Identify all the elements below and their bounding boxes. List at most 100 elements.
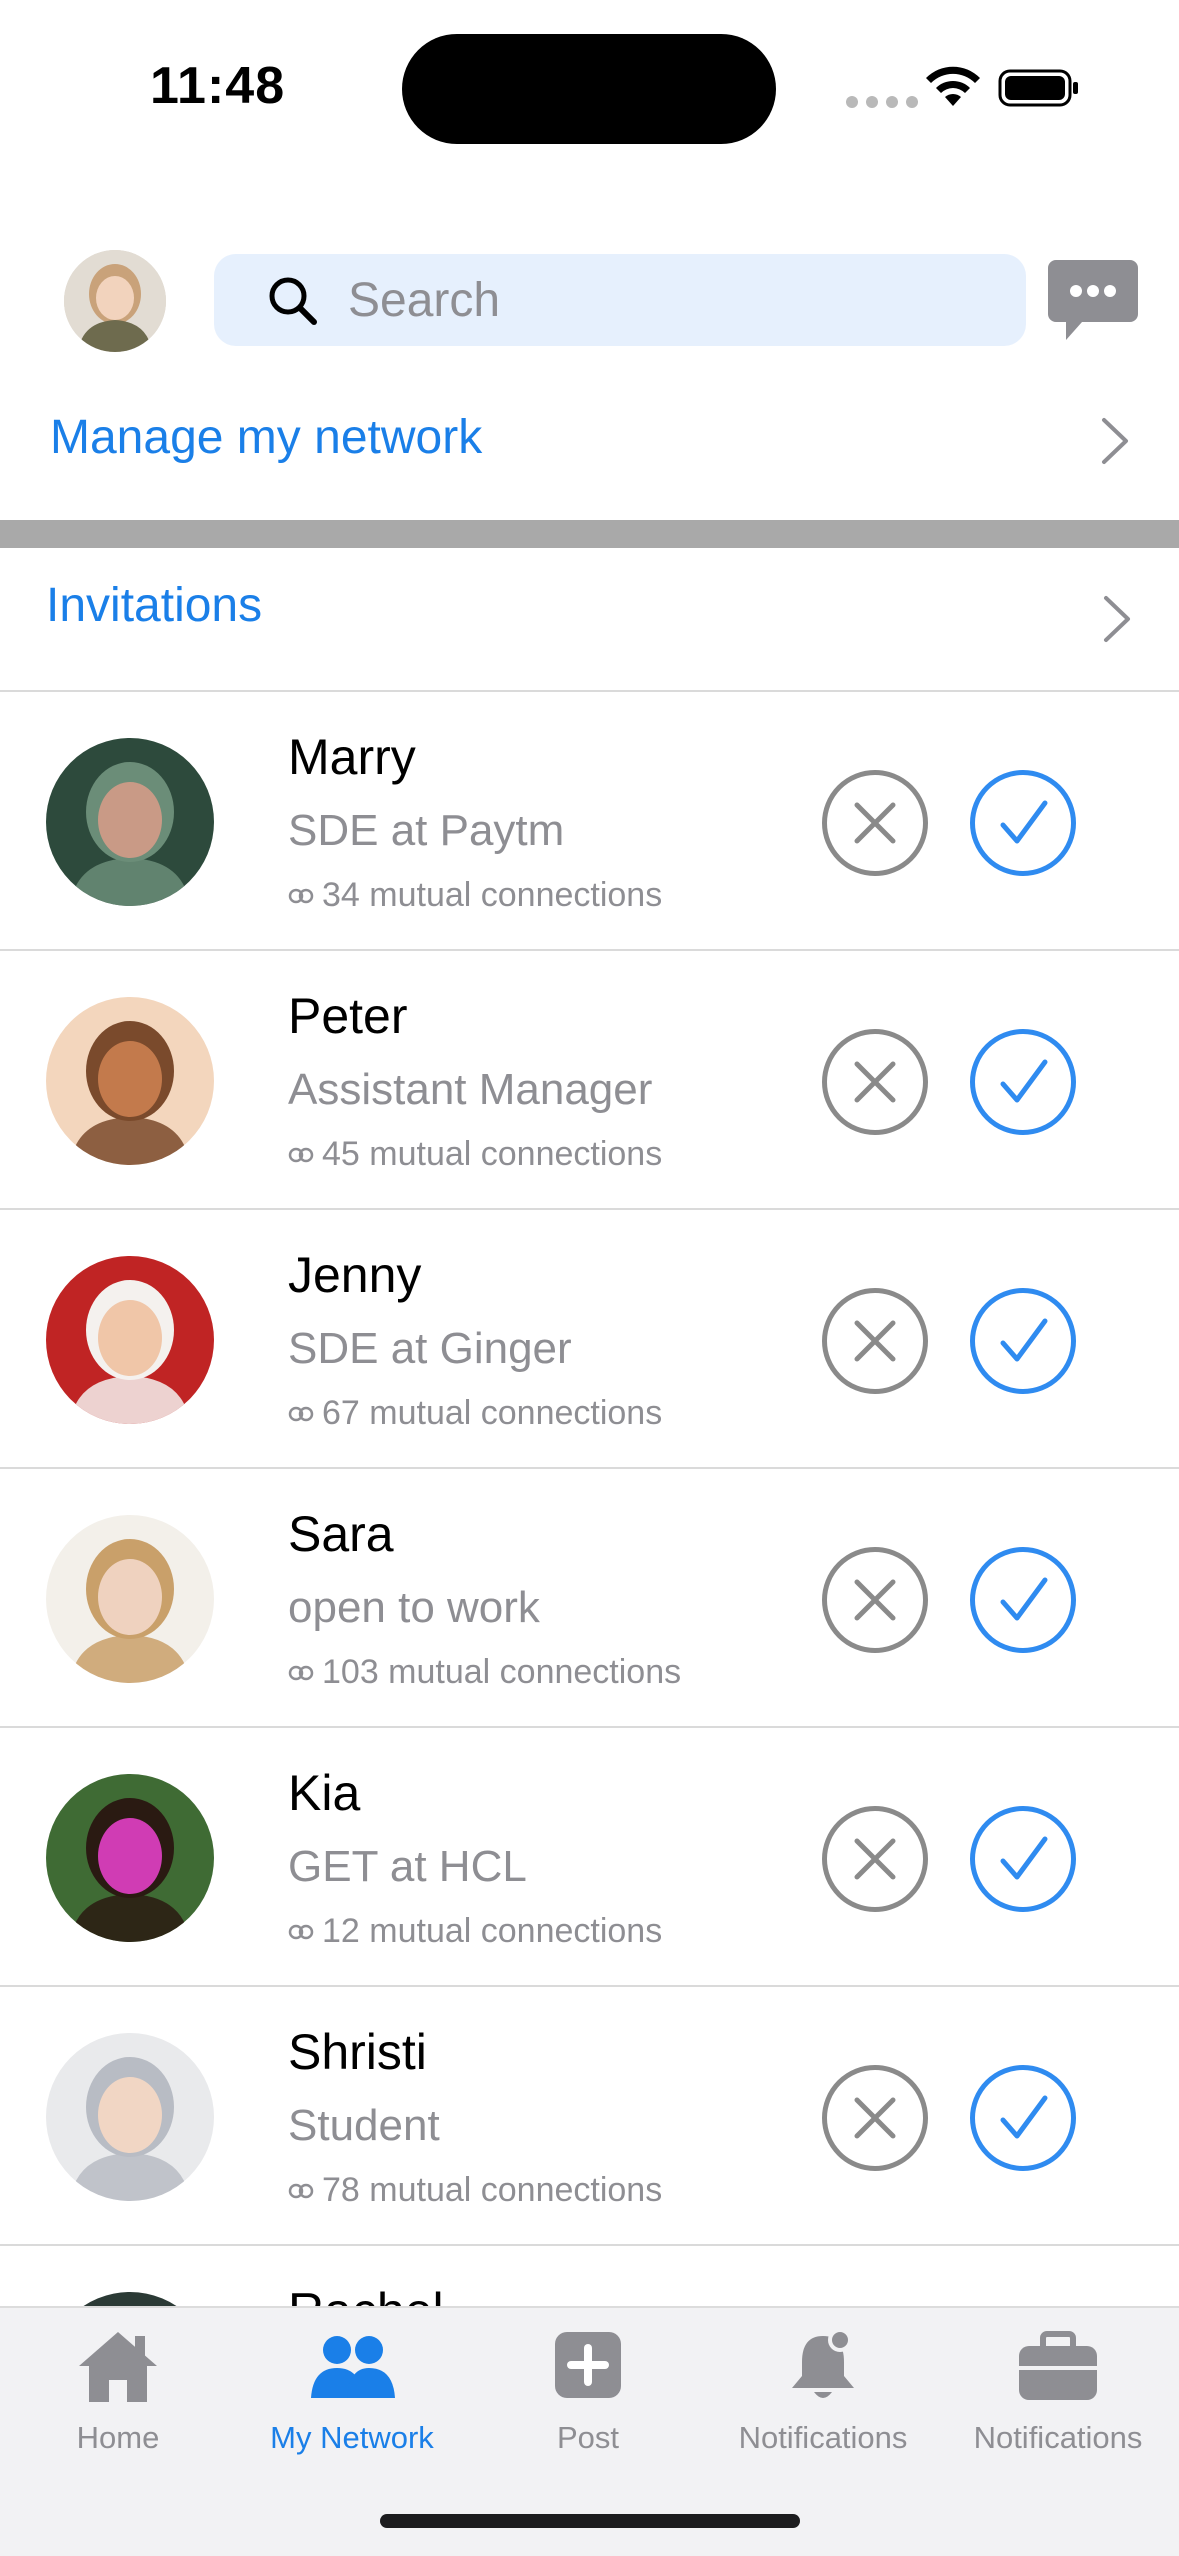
reject-invitation-button[interactable] xyxy=(822,2065,928,2171)
mutual-connections-text: 78 mutual connections xyxy=(322,2171,663,2209)
invitee-avatar[interactable] xyxy=(46,1515,214,1683)
close-icon xyxy=(854,1061,896,1103)
wifi-icon xyxy=(926,66,980,106)
status-time: 11:48 xyxy=(150,57,286,115)
invitee-title: SDE at Ginger xyxy=(288,1324,572,1373)
invitee-name[interactable]: Jenny xyxy=(288,1246,421,1304)
invitations-label: Invitations xyxy=(46,579,263,632)
mutual-connections-icon xyxy=(288,1665,314,1680)
reject-invitation-button[interactable] xyxy=(822,770,928,876)
invitee-photo xyxy=(46,738,214,906)
message-icon[interactable] xyxy=(1046,256,1140,346)
reject-invitation-button[interactable] xyxy=(822,1288,928,1394)
invitations-header[interactable]: Invitations xyxy=(0,548,1179,692)
tab-notifications[interactable]: Notifications xyxy=(705,2328,941,2478)
tab-label: My Network xyxy=(270,2420,434,2455)
reject-invitation-button[interactable] xyxy=(822,1806,928,1912)
invitee-avatar[interactable] xyxy=(46,2033,214,2201)
cellular-signal-icon xyxy=(846,96,918,108)
tab-my-network[interactable]: My Network xyxy=(234,2328,470,2478)
invitee-photo xyxy=(46,997,214,1165)
home-indicator[interactable] xyxy=(380,2514,800,2528)
invitee-photo xyxy=(46,1515,214,1683)
checkmark-icon xyxy=(1000,1577,1048,1621)
mutual-connections-icon xyxy=(288,888,314,903)
invitee-photo xyxy=(46,1256,214,1424)
invitee-name[interactable]: Shristi xyxy=(288,2023,427,2081)
close-icon xyxy=(854,802,896,844)
search-icon xyxy=(269,277,317,325)
invitation-row: Shristi Student 78 mutual connections xyxy=(0,1987,1179,2246)
tab-label: Notifications xyxy=(738,2420,908,2455)
mutual-connections-icon xyxy=(288,2183,314,2198)
section-divider xyxy=(0,520,1179,548)
invitee-title: open to work xyxy=(288,1583,540,1632)
accept-invitation-button[interactable] xyxy=(970,1029,1076,1135)
invitation-row: Peter Assistant Manager 45 mutual connec… xyxy=(0,951,1179,1210)
invitation-row: Jenny SDE at Ginger 67 mutual connection… xyxy=(0,1210,1179,1469)
invitee-avatar[interactable] xyxy=(46,1256,214,1424)
accept-invitation-button[interactable] xyxy=(970,2065,1076,2171)
status-bar: 11:48 xyxy=(0,0,1179,180)
invitee-name[interactable]: Rachel xyxy=(288,2282,444,2306)
invitation-row: Marry SDE at Paytm 34 mutual connections xyxy=(0,692,1179,951)
tab-post[interactable]: Post xyxy=(470,2328,706,2478)
mutual-connections: 45 mutual connections xyxy=(288,1135,662,1174)
accept-invitation-button[interactable] xyxy=(970,1547,1076,1653)
invitation-row: Kia GET at HCL 12 mutual connections xyxy=(0,1728,1179,1987)
profile-photo xyxy=(64,250,166,352)
accept-invitation-button[interactable] xyxy=(970,1288,1076,1394)
invitee-avatar[interactable] xyxy=(46,997,214,1165)
invitee-name[interactable]: Marry xyxy=(288,728,416,786)
mutual-connections: 34 mutual connections xyxy=(288,876,662,915)
invitee-name[interactable]: Sara xyxy=(288,1505,394,1563)
invitee-avatar[interactable] xyxy=(46,2292,214,2306)
invitation-list: Marry SDE at Paytm 34 mutual connections… xyxy=(0,692,1179,2306)
battery-icon xyxy=(998,69,1078,107)
invitee-title: Student xyxy=(288,2101,440,2150)
checkmark-icon xyxy=(1000,1059,1048,1103)
search-bar[interactable] xyxy=(214,254,1026,346)
tab-label: Notifications xyxy=(973,2420,1143,2455)
invitee-avatar[interactable] xyxy=(46,1774,214,1942)
mutual-connections: 12 mutual connections xyxy=(288,1912,662,1951)
invitee-title: GET at HCL xyxy=(288,1842,527,1891)
people-icon xyxy=(311,2336,395,2398)
mutual-connections-text: 12 mutual connections xyxy=(322,1912,663,1950)
checkmark-icon xyxy=(1000,1318,1048,1362)
checkmark-icon xyxy=(1000,2095,1048,2139)
manage-network-label: Manage my network xyxy=(50,411,483,464)
plus-square-icon xyxy=(555,2332,621,2398)
home-icon xyxy=(79,2332,157,2402)
profile-avatar[interactable] xyxy=(64,250,166,352)
close-icon xyxy=(854,1320,896,1362)
tab-home[interactable]: Home xyxy=(0,2328,236,2478)
invitee-name[interactable]: Kia xyxy=(288,1764,360,1822)
invitee-photo xyxy=(46,2033,214,2201)
chevron-right-icon xyxy=(1104,596,1130,642)
invitee-title: SDE at Paytm xyxy=(288,806,565,855)
accept-invitation-button[interactable] xyxy=(970,770,1076,876)
close-icon xyxy=(854,1579,896,1621)
mutual-connections-text: 45 mutual connections xyxy=(322,1135,663,1173)
mutual-connections: 103 mutual connections xyxy=(288,1653,681,1692)
dynamic-island xyxy=(402,34,776,144)
mutual-connections-text: 67 mutual connections xyxy=(322,1394,663,1432)
close-icon xyxy=(854,2097,896,2139)
tab-jobs[interactable]: Notifications xyxy=(940,2328,1176,2478)
invitee-avatar[interactable] xyxy=(46,738,214,906)
reject-invitation-button[interactable] xyxy=(822,1029,928,1135)
mutual-connections: 67 mutual connections xyxy=(288,1394,662,1433)
invitee-title: Assistant Manager xyxy=(288,1065,653,1114)
search-input[interactable] xyxy=(348,254,988,346)
manage-network-row[interactable]: Manage my network xyxy=(0,380,1179,500)
mutual-connections-text: 103 mutual connections xyxy=(322,1653,682,1691)
tab-label: Post xyxy=(556,2420,620,2455)
invitee-name[interactable]: Peter xyxy=(288,987,408,1045)
checkmark-icon xyxy=(1000,800,1048,844)
chevron-right-icon xyxy=(1102,418,1128,464)
mutual-connections-icon xyxy=(288,1406,314,1421)
tab-label: Home xyxy=(76,2420,160,2455)
accept-invitation-button[interactable] xyxy=(970,1806,1076,1912)
reject-invitation-button[interactable] xyxy=(822,1547,928,1653)
